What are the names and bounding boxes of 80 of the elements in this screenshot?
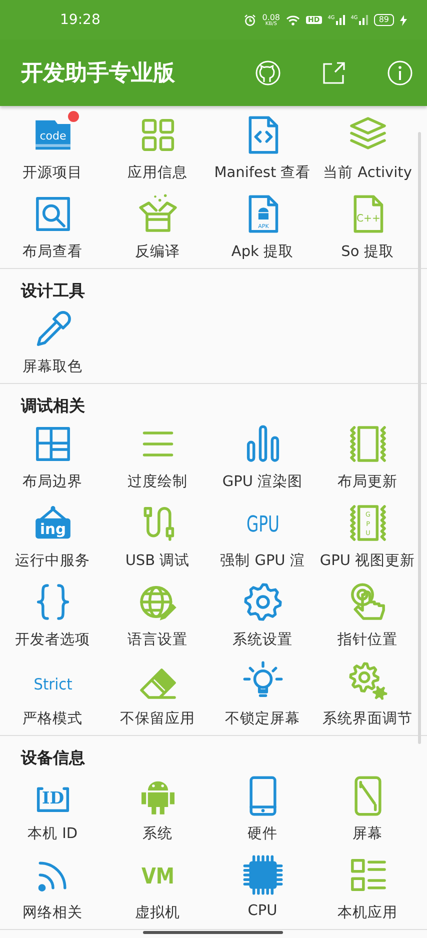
tool-label: 网络相关 <box>22 904 82 922</box>
tool-item[interactable]: 反编译 <box>105 187 210 266</box>
tool-item[interactable]: GPU 渲染图 <box>210 417 315 496</box>
tool-item[interactable]: 系统 <box>105 769 210 848</box>
tool-label: 强制 GPU 渲 <box>220 552 305 570</box>
section-title: 设计工具 <box>20 280 86 302</box>
tool-label: 不锁定屏幕 <box>225 710 300 728</box>
tool-label: 本机 ID <box>27 825 78 843</box>
tool-item[interactable]: 系统设置 <box>210 575 315 654</box>
tool-label: 系统界面调节 <box>322 710 412 728</box>
tool-item[interactable]: 系统界面调节 <box>315 654 420 733</box>
tool-item[interactable]: ID 本机 ID <box>0 769 105 848</box>
tool-label: 严格模式 <box>22 710 82 728</box>
tool-item[interactable]: 应用信息 <box>105 108 210 187</box>
tool-label: 开源项目 <box>22 164 82 182</box>
tool-label: 布局边界 <box>22 473 82 491</box>
clock: 19:28 <box>60 12 102 28</box>
tool-label: 本机应用 <box>338 904 398 922</box>
tool-item[interactable]: 屏幕 <box>315 769 420 848</box>
tool-label: Apk 提取 <box>231 243 294 261</box>
tool-item[interactable]: 硬件 <box>210 769 315 848</box>
tool-label: 虚拟机 <box>135 904 180 922</box>
charging-icon <box>400 14 407 26</box>
tool-label: 屏幕 <box>352 825 382 843</box>
alarm-icon <box>244 14 256 26</box>
tool-label: 指针位置 <box>338 631 398 649</box>
tool-label: 系统设置 <box>232 631 292 649</box>
tool-label: 反编译 <box>135 243 180 261</box>
tool-item[interactable]: 布局查看 <box>0 187 105 266</box>
tool-item[interactable]: ing 运行中服务 <box>0 496 105 575</box>
text-icon: VM <box>136 853 180 897</box>
tool-label: So 提取 <box>341 243 394 261</box>
tool-item[interactable]: GPU 强制 GPU 渲 <box>210 496 315 575</box>
chip-icon <box>240 853 284 897</box>
battery-indicator: 89 <box>374 14 394 26</box>
tool-item[interactable]: USB 调试 <box>105 496 210 575</box>
tool-item[interactable]: VM 虚拟机 <box>105 848 210 927</box>
tool-item[interactable]: 开发者选项 <box>0 575 105 654</box>
tool-label: 应用信息 <box>128 164 188 182</box>
tool-item[interactable]: Manifest 查看 <box>210 108 315 187</box>
tool-item[interactable]: 语言设置 <box>105 575 210 654</box>
github-icon[interactable] <box>255 60 281 86</box>
tool-label: CPU <box>248 903 278 919</box>
tool-item[interactable]: 当前 Activity <box>315 108 420 187</box>
section-title: 设备信息 <box>20 747 86 769</box>
tool-label: GPU 视图更新 <box>320 552 416 570</box>
share-icon[interactable] <box>321 60 347 86</box>
tool-label: 硬件 <box>248 825 278 843</box>
tool-label: 开发者选项 <box>15 631 90 649</box>
tool-label: 屏幕取色 <box>22 358 82 376</box>
tool-label: 布局查看 <box>22 243 82 261</box>
tool-item[interactable]: 屏幕取色 <box>0 302 105 381</box>
tool-item[interactable]: 过度绘制 <box>105 417 210 496</box>
info-icon[interactable] <box>387 60 413 86</box>
tool-item[interactable]: 布局边界 <box>0 417 105 496</box>
tool-label: 系统 <box>142 825 172 843</box>
wifi-icon <box>286 14 300 26</box>
app-title: 开发助手专业版 <box>21 60 176 88</box>
text-icon: GPU <box>240 501 284 545</box>
tool-item[interactable]: C++ So 提取 <box>315 187 420 266</box>
tool-item[interactable]: Strict 严格模式 <box>0 654 105 733</box>
tool-item[interactable]: 网络相关 <box>0 848 105 927</box>
tool-label: 过度绘制 <box>128 472 188 491</box>
tool-item[interactable]: 不保留应用 <box>105 654 210 733</box>
text-icon: Strict <box>30 659 74 703</box>
tool-item[interactable]: CPU <box>210 848 315 927</box>
tool-label: USB 调试 <box>125 552 190 570</box>
tool-label: GPU 渲染图 <box>222 472 303 491</box>
tool-item[interactable]: 本机应用 <box>315 848 420 927</box>
tool-item[interactable]: code 开源项目 <box>0 108 105 187</box>
section-title: 调试相关 <box>20 395 86 417</box>
tool-item[interactable]: 不锁定屏幕 <box>210 654 315 733</box>
tool-label: 布局更新 <box>338 472 398 491</box>
tool-item[interactable]: 指针位置 <box>315 575 420 654</box>
tool-label: 语言设置 <box>128 630 188 649</box>
tool-label: 不保留应用 <box>120 710 195 728</box>
tool-label: 运行中服务 <box>15 552 90 570</box>
tool-label: 当前 Activity <box>323 164 412 182</box>
tool-item[interactable]: 布局更新 <box>315 417 420 496</box>
tool-label: Manifest 查看 <box>214 164 311 182</box>
